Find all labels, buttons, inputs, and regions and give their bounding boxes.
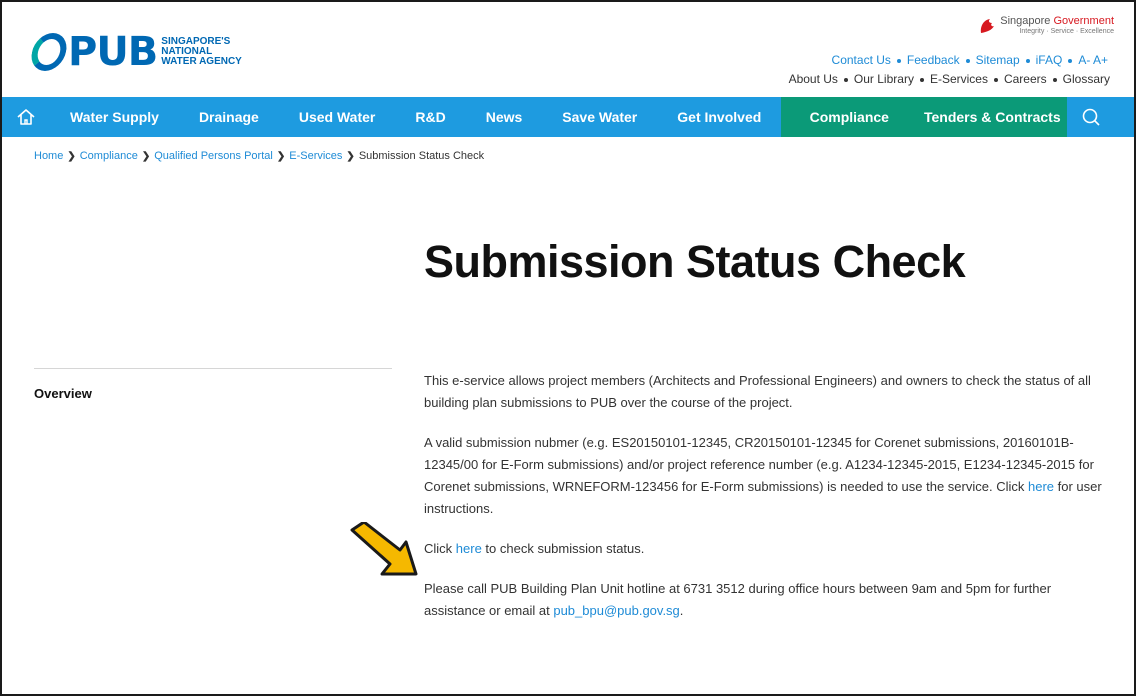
breadcrumb: Home ❯ Compliance ❯ Qualified Persons Po… [34,150,484,162]
nav-rnd[interactable]: R&D [395,97,465,137]
contact-paragraph: Please call PUB Building Plan Unit hotli… [424,578,1112,622]
pub-logo-sub-line: WATER AGENCY [161,56,242,67]
home-icon [17,109,35,125]
user-instructions-link[interactable]: here [1028,479,1054,494]
singapore-government-logo[interactable]: Singapore Government Integrity · Service… [978,16,1114,36]
search-icon [1082,108,1100,126]
sg-gov-motto: Integrity · Service · Excellence [1019,28,1114,35]
contact-us-link[interactable]: Contact Us [832,53,891,67]
check-status-link[interactable]: here [456,541,482,556]
check-status-text: Click [424,541,456,556]
breadcrumb-compliance[interactable]: Compliance [80,150,138,162]
nav-tenders-contracts[interactable]: Tenders & Contracts [917,97,1068,137]
chevron-right-icon: ❯ [67,150,76,162]
nav-get-involved[interactable]: Get Involved [657,97,781,137]
bullet-icon [1068,58,1073,63]
page-title: Submission Status Check [424,236,966,287]
main-content: This e-service allows project members (A… [424,370,1112,640]
bullet-icon [1052,77,1057,82]
singapore-government-text: Singapore Government Integrity · Service… [1000,16,1114,36]
email-link[interactable]: pub_bpu@pub.gov.sg [553,603,679,618]
bullet-icon [1025,58,1030,63]
pub-logo-o-icon [27,33,71,71]
contact-text-after: . [679,603,684,618]
requirements-paragraph: A valid submission nubmer (e.g. ES201501… [424,432,1112,520]
breadcrumb-current: Submission Status Check [358,150,485,162]
intro-paragraph: This e-service allows project members (A… [424,373,1091,410]
check-status-paragraph: Click here to check submission status. [424,538,1112,560]
sidebar-divider [34,368,392,369]
pointer-arrow-icon [350,522,418,576]
nav-save-water[interactable]: Save Water [542,97,657,137]
pub-logo-mark: PUB [27,29,158,75]
sg-gov-title-part2: Government [1053,15,1114,27]
sg-gov-title: Singapore Government [1000,16,1114,27]
check-status-text-after: to check submission status. [481,541,645,556]
header: PUB SINGAPORE'S NATIONAL WATER AGENCY Si… [2,2,1134,97]
requirements-text: A valid submission nubmer (e.g. ES201501… [424,435,1094,494]
breadcrumb-home[interactable]: Home [34,150,63,162]
lion-head-icon [981,19,995,33]
feedback-link[interactable]: Feedback [907,53,960,67]
breadcrumb-qualified-persons-portal[interactable]: Qualified Persons Portal [154,150,273,162]
bullet-icon [843,77,848,82]
nav-search[interactable] [1067,97,1115,137]
nav-drainage[interactable]: Drainage [179,97,279,137]
font-size-toggle[interactable]: A- A+ [1078,53,1108,67]
nav-news[interactable]: News [466,97,543,137]
careers-link[interactable]: Careers [1004,72,1047,86]
pub-logo-subtitle: SINGAPORE'S NATIONAL WATER AGENCY [161,37,242,67]
pub-logo[interactable]: PUB SINGAPORE'S NATIONAL WATER AGENCY [27,29,242,75]
bullet-icon [965,58,970,63]
nav-compliance[interactable]: Compliance [781,97,918,137]
nav-water-supply[interactable]: Water Supply [50,97,179,137]
chevron-right-icon: ❯ [141,150,151,162]
chevron-right-icon: ❯ [346,150,355,162]
bullet-icon [993,77,998,82]
sitemap-link[interactable]: Sitemap [976,53,1020,67]
page: PUB SINGAPORE'S NATIONAL WATER AGENCY Si… [0,0,1136,696]
top-links: Contact Us Feedback Sitemap iFAQ A- A+ [832,53,1108,67]
e-services-link[interactable]: E-Services [930,72,988,86]
breadcrumb-e-services[interactable]: E-Services [289,150,342,162]
pub-logo-word: PUB [68,29,158,75]
nav-home[interactable] [2,97,50,137]
ifaq-link[interactable]: iFAQ [1036,53,1063,67]
main-links: About Us Our Library E-Services Careers Glos… [789,72,1110,86]
bullet-icon [896,58,901,63]
about-us-link[interactable]: About Us [789,72,838,86]
bullet-icon [919,77,924,82]
sg-gov-title-part1: Singapore [1000,15,1054,27]
nav-used-water[interactable]: Used Water [279,97,396,137]
chevron-right-icon: ❯ [276,150,286,162]
main-nav: Water Supply Drainage Used Water R&D New… [2,97,1134,137]
sidebar-item-overview[interactable]: Overview [34,386,92,401]
contact-text: Please call PUB Building Plan Unit hotli… [424,581,1052,618]
our-library-link[interactable]: Our Library [854,72,914,86]
glossary-link[interactable]: Glossary [1063,72,1110,86]
